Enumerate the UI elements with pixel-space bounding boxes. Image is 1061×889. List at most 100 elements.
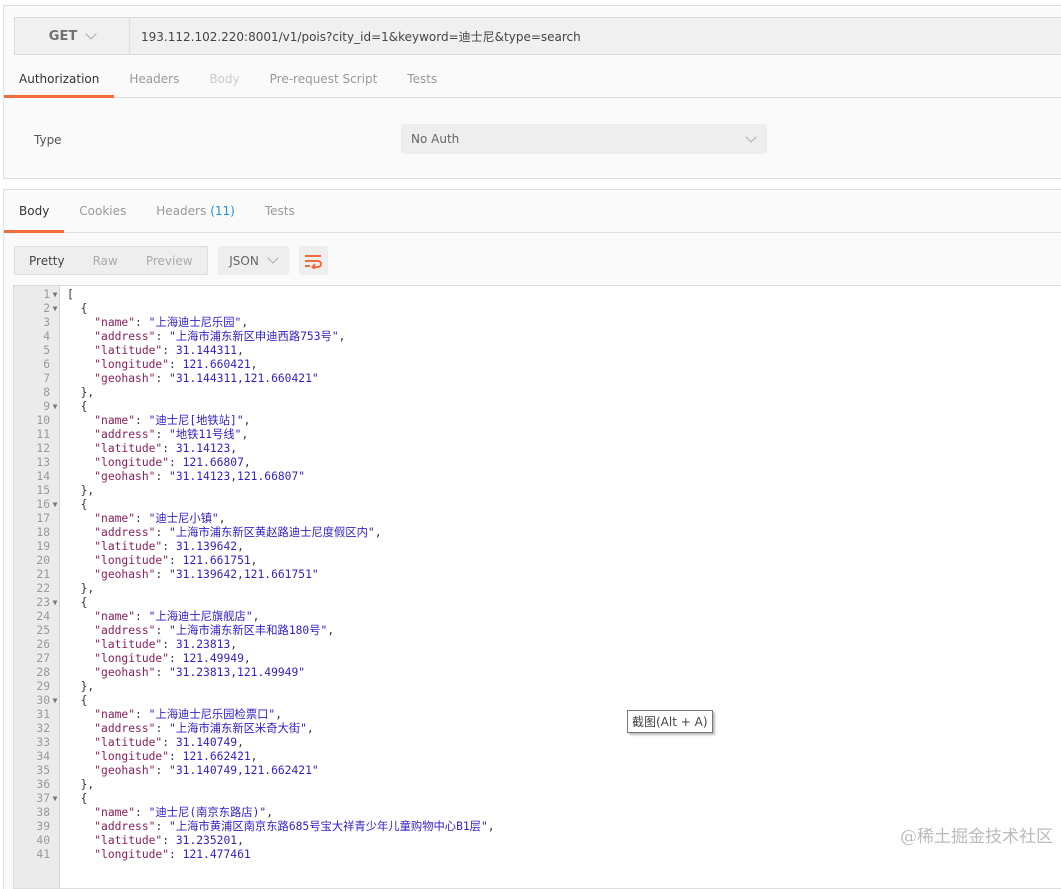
code-line: 14 "geohash": "31.14123,121.66807": [14, 470, 1061, 484]
line-number: 39: [36, 820, 50, 833]
request-tabs: Authorization Headers Body Pre-request Scri…: [4, 61, 1061, 98]
code-text: "name": "迪士尼小镇",: [94, 512, 226, 525]
response-toolbar: Pretty Raw Preview JSON: [14, 246, 328, 275]
code-line: 35 "geohash": "31.140749,121.662421": [14, 764, 1061, 778]
line-number: 16: [36, 498, 50, 511]
line-number: 19: [36, 540, 50, 553]
code-line: 25 "address": "上海市浦东新区丰和路180号",: [14, 624, 1061, 638]
code-text: "latitude": 31.139642,: [94, 540, 244, 553]
line-number: 41: [36, 848, 50, 861]
response-body-editor[interactable]: 1 ▼[2 ▼ {3 "name": "上海迪士尼乐园", 4 "address": …: [13, 285, 1061, 889]
view-preview-button[interactable]: Preview: [132, 254, 207, 268]
code-text: },: [67, 680, 95, 693]
code-text: [: [67, 288, 74, 301]
screenshot-tooltip: 截图(Alt + A): [627, 710, 713, 733]
auth-type-select[interactable]: No Auth: [401, 124, 767, 154]
code-text: "longitude": 121.66807,: [94, 456, 251, 469]
tab-tests[interactable]: Tests: [392, 61, 452, 97]
tab-count-badge: (11): [210, 204, 235, 218]
fold-arrow-icon[interactable]: ▼: [50, 288, 60, 302]
code-text: "name": "上海迪士尼旗舰店",: [94, 610, 260, 623]
code-line: 24 "name": "上海迪士尼旗舰店",: [14, 610, 1061, 624]
code-text: "name": "上海迪士尼乐园",: [94, 316, 249, 329]
line-number: 32: [36, 722, 50, 735]
line-number: 31: [36, 708, 50, 721]
line-number: 29: [36, 680, 50, 693]
code-text: {: [67, 792, 88, 805]
tab-label: Headers: [156, 204, 207, 218]
fold-arrow-icon[interactable]: ▼: [50, 596, 60, 610]
code-line: 26 "latitude": 31.23813,: [14, 638, 1061, 652]
tab-pre-request-script[interactable]: Pre-request Script: [255, 61, 393, 97]
code-line: 13 "longitude": 121.66807,: [14, 456, 1061, 470]
tab-authorization[interactable]: Authorization: [4, 61, 115, 98]
tab-cookies[interactable]: Cookies: [64, 190, 141, 232]
watermark: @稀土掘金技术社区: [900, 827, 1053, 847]
method-label: GET: [48, 28, 78, 44]
code-text: "geohash": "31.140749,121.662421": [94, 764, 319, 777]
code-line: 8 },: [14, 386, 1061, 400]
fold-arrow-icon[interactable]: ▼: [50, 498, 60, 512]
line-number: 34: [36, 750, 50, 763]
method-select[interactable]: GET: [15, 18, 130, 54]
fold-arrow-icon[interactable]: ▼: [50, 792, 60, 806]
fold-arrow-icon[interactable]: ▼: [50, 694, 60, 708]
code-line: 31 "name": "上海迪士尼乐园检票口",: [14, 708, 1061, 722]
line-number: 2: [43, 302, 50, 315]
tab-headers[interactable]: Headers: [114, 61, 194, 97]
auth-type-label: Type: [34, 133, 62, 147]
tab-label: Authorization: [19, 72, 100, 86]
tab-body[interactable]: Body: [4, 190, 65, 233]
code-line: 36 },: [14, 778, 1061, 792]
code-line: 1 ▼ [: [14, 288, 1061, 302]
code-text: "latitude": 31.144311,: [94, 344, 244, 357]
code-text: "name": "迪士尼[地铁站]",: [94, 414, 251, 427]
code-lines: 1 ▼[2 ▼ {3 "name": "上海迪士尼乐园", 4 "address": …: [14, 288, 1061, 862]
tab-tests[interactable]: Tests: [250, 190, 310, 232]
line-number: 5: [43, 344, 50, 357]
line-number: 15: [36, 484, 50, 497]
line-number: 38: [36, 806, 50, 819]
url-input[interactable]: 193.112.102.220:8001/v1/pois?city_id=1&k…: [130, 18, 581, 54]
code-line: 29 },: [14, 680, 1061, 694]
code-text: {: [67, 498, 88, 511]
line-number: 40: [36, 834, 50, 847]
line-number: 9: [43, 400, 50, 413]
format-select[interactable]: JSON: [217, 246, 289, 275]
code-text: "latitude": 31.140749,: [94, 736, 244, 749]
tab-body[interactable]: Body: [194, 61, 254, 97]
fold-arrow-icon[interactable]: ▼: [50, 400, 60, 414]
view-raw-button[interactable]: Raw: [79, 254, 132, 268]
code-text: "address": "上海市浦东新区黄赵路迪士尼度假区内",: [94, 526, 382, 539]
line-number: 18: [36, 526, 50, 539]
wrap-lines-button[interactable]: [298, 246, 328, 275]
line-number: 10: [36, 414, 50, 427]
code-line: 20 "longitude": 121.661751,: [14, 554, 1061, 568]
fold-arrow-icon[interactable]: ▼: [50, 302, 60, 316]
tab-headers[interactable]: Headers (11): [141, 190, 250, 232]
view-pretty-button[interactable]: Pretty: [15, 254, 79, 268]
code-text: "geohash": "31.144311,121.660421": [94, 372, 319, 385]
code-text: "longitude": 121.661751,: [94, 554, 258, 567]
code-line: 5 "latitude": 31.144311,: [14, 344, 1061, 358]
line-number: 23: [36, 596, 50, 609]
